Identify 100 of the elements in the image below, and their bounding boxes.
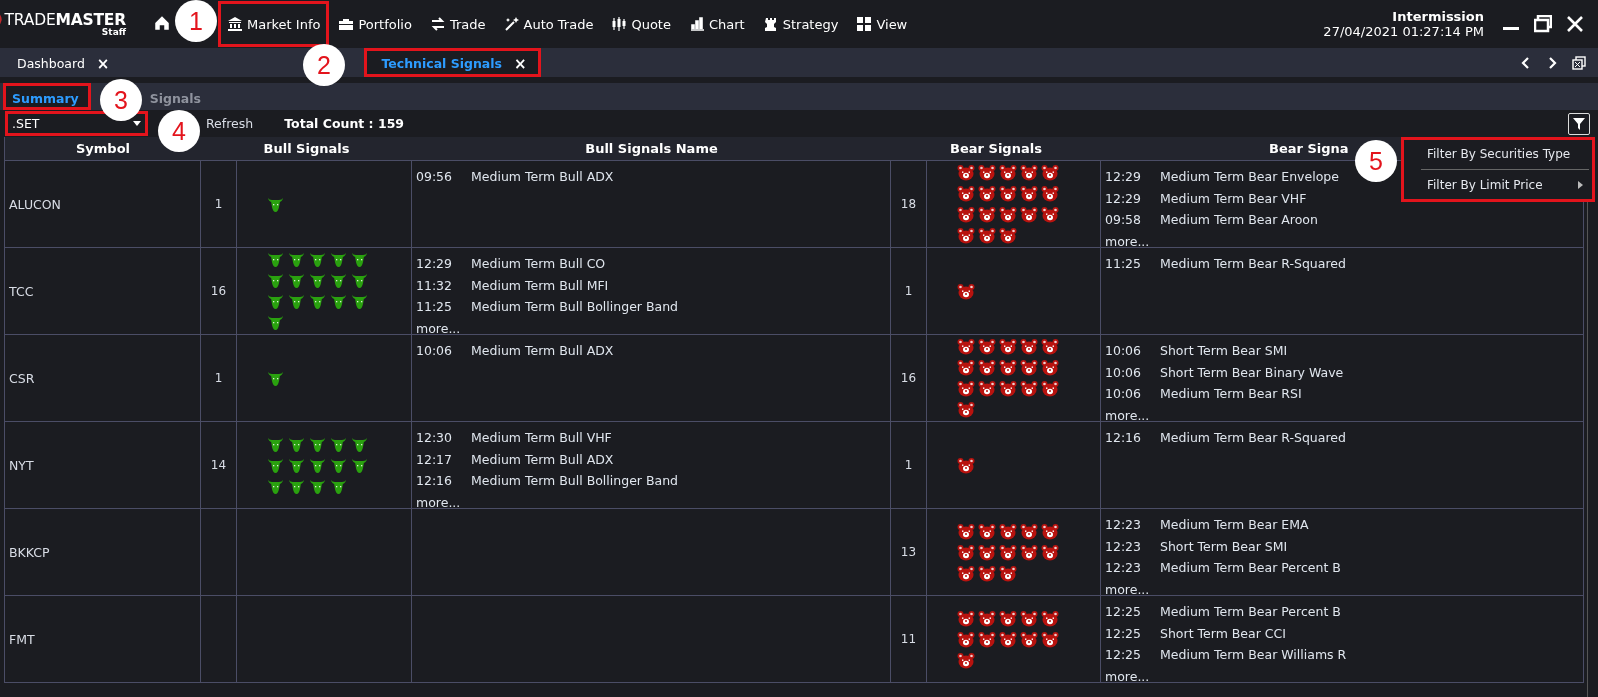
bear-icon bbox=[957, 401, 975, 418]
menu-item[interactable]: Strategy bbox=[753, 1, 848, 47]
bear-icon bbox=[978, 164, 996, 181]
signal-time: 10:06 bbox=[416, 342, 454, 360]
menu-item[interactable]: View bbox=[847, 1, 917, 47]
total-count: Total Count : 159 bbox=[284, 116, 405, 131]
bull-icon bbox=[267, 456, 285, 474]
bull-icon bbox=[351, 272, 369, 289]
bull-icon bbox=[267, 293, 285, 310]
menu-option[interactable]: Filter By Limit Price bbox=[1407, 172, 1589, 198]
bear-icon bbox=[978, 206, 996, 223]
signal-name: Medium Term Bear R-Squared bbox=[1160, 255, 1346, 273]
filter-button[interactable] bbox=[1568, 112, 1590, 135]
menu-item[interactable]: Trade bbox=[420, 1, 495, 47]
signal-time: 12:25 bbox=[1105, 603, 1143, 621]
bull-icon bbox=[267, 369, 285, 387]
bear-icon bbox=[999, 227, 1017, 244]
wand-icon bbox=[503, 16, 520, 32]
bear-icon bbox=[1041, 359, 1059, 376]
bear-icon bbox=[978, 609, 996, 627]
restore-icon[interactable] bbox=[1534, 15, 1552, 33]
bar-chart-icon bbox=[688, 16, 705, 32]
menu-item[interactable]: Market Info bbox=[218, 1, 330, 47]
bull-icon bbox=[267, 314, 285, 331]
chevron-left-icon[interactable] bbox=[1520, 55, 1532, 70]
submenu-arrow-icon bbox=[1578, 181, 1583, 189]
signal-name: Medium Term Bear VHF bbox=[1160, 189, 1307, 208]
more-link[interactable]: more... bbox=[1105, 404, 1150, 426]
bull-icon bbox=[309, 456, 327, 474]
symbol-cell: TCC bbox=[9, 283, 34, 299]
signal-time: 12:16 bbox=[416, 472, 454, 490]
bull-icon bbox=[309, 477, 327, 495]
bear-icon bbox=[1020, 206, 1038, 223]
chevron-right-icon[interactable] bbox=[1546, 55, 1558, 70]
bear-icon bbox=[1041, 522, 1059, 540]
signal-time: 10:06 bbox=[1105, 363, 1143, 382]
bear-icon bbox=[957, 380, 975, 397]
role-label: Staff bbox=[101, 27, 126, 37]
bear-icon bbox=[1041, 543, 1059, 561]
bear-icon bbox=[978, 564, 996, 582]
signal-time: 11:32 bbox=[416, 276, 454, 295]
bear-icon bbox=[957, 651, 975, 669]
bear-icon bbox=[978, 185, 996, 202]
bull-icon bbox=[309, 293, 327, 310]
bull-icon bbox=[288, 435, 306, 453]
bull-icon bbox=[267, 477, 285, 495]
menu-item[interactable]: Chart bbox=[679, 1, 754, 47]
signal-count: 18 bbox=[900, 197, 917, 211]
signal-time: 10:06 bbox=[1105, 385, 1143, 403]
bear-icon bbox=[957, 185, 975, 202]
more-link[interactable]: more... bbox=[416, 317, 461, 339]
market-dropdown[interactable]: .SET bbox=[5, 111, 148, 136]
signal-name: Short Term Bear SMI bbox=[1160, 537, 1288, 556]
signal-time: 12:25 bbox=[1105, 624, 1143, 643]
bull-icon bbox=[351, 293, 369, 310]
menu-item[interactable]: Quote bbox=[602, 1, 680, 47]
bull-icon bbox=[267, 195, 285, 213]
signal-name: Medium Term Bear Envelope bbox=[1160, 168, 1339, 186]
more-link[interactable]: more... bbox=[416, 491, 461, 513]
more-link[interactable]: more... bbox=[1105, 230, 1150, 252]
bear-icon bbox=[999, 359, 1017, 376]
close-tab-icon[interactable]: × bbox=[96, 54, 110, 73]
bear-icon bbox=[999, 185, 1017, 202]
signal-count: 1 bbox=[214, 371, 223, 385]
column-header: Bear Signals bbox=[891, 137, 1101, 161]
candlestick-icon bbox=[611, 16, 628, 32]
bear-icon bbox=[1020, 543, 1038, 561]
signal-time: 12:23 bbox=[1105, 537, 1143, 556]
signal-name: Short Term Bear SMI bbox=[1160, 342, 1288, 360]
bear-icon bbox=[1020, 185, 1038, 202]
bull-icon bbox=[288, 251, 306, 268]
menu-item[interactable]: Auto Trade bbox=[494, 1, 603, 47]
bear-icon bbox=[978, 359, 996, 376]
refresh-button[interactable]: Refresh bbox=[203, 116, 257, 131]
signal-count: 16 bbox=[900, 371, 917, 385]
sub-tab[interactable]: Signals bbox=[142, 83, 208, 110]
bear-icon bbox=[957, 522, 975, 540]
close-tab-icon[interactable]: × bbox=[514, 54, 527, 73]
close-icon[interactable] bbox=[1566, 15, 1584, 33]
more-link[interactable]: more... bbox=[1105, 665, 1150, 687]
bull-icon bbox=[330, 477, 348, 495]
signal-time: 12:29 bbox=[416, 255, 454, 273]
signal-name: Medium Term Bear R-Squared bbox=[1160, 429, 1346, 447]
chess-icon bbox=[762, 16, 779, 32]
signal-name: Medium Term Bull Bollinger Band bbox=[471, 472, 679, 490]
filter-icon bbox=[1572, 116, 1586, 131]
bear-icon bbox=[978, 338, 996, 355]
signal-time: 12:23 bbox=[1105, 559, 1143, 577]
sub-tab[interactable]: Summary bbox=[3, 83, 91, 110]
windows-icon[interactable] bbox=[1572, 55, 1586, 70]
menu-item[interactable]: Portfolio bbox=[329, 1, 421, 47]
tab[interactable]: Dashboard × bbox=[0, 48, 120, 77]
bear-icon bbox=[1020, 609, 1038, 627]
bear-icon bbox=[1041, 630, 1059, 648]
signal-name: Medium Term Bear RSI bbox=[1160, 385, 1302, 403]
bank-icon bbox=[227, 16, 243, 32]
signal-name: Medium Term Bull Bollinger Band bbox=[471, 298, 679, 316]
tab[interactable]: Technical Signals × bbox=[364, 48, 541, 77]
more-link[interactable]: more... bbox=[1105, 578, 1150, 600]
bear-icon bbox=[1020, 164, 1038, 181]
